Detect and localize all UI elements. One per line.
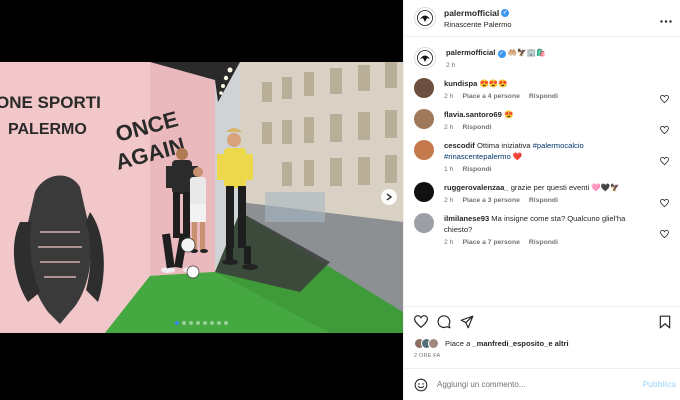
likes-prefix: Piace a: [445, 339, 471, 348]
heart-icon: [413, 315, 429, 329]
palermo-eagle-logo-icon: [417, 10, 433, 26]
mural-text-1: ONE SPORTI: [0, 93, 101, 112]
reply-button[interactable]: Rispondi: [462, 166, 491, 173]
comment-likes[interactable]: Piace a 4 persone: [462, 93, 519, 100]
carousel-next-button[interactable]: [381, 189, 397, 205]
more-options-button[interactable]: [660, 12, 672, 26]
comment-item: flavia.santoro69 😍 2 h Rispondi: [414, 109, 671, 135]
comment-item: kundispa 😍😍😍 2 h Piace a 4 persone Rispond…: [414, 78, 671, 104]
chevron-right-icon: [386, 193, 392, 201]
liker-avatars: [414, 338, 439, 349]
bookmark-icon: [659, 315, 671, 329]
comment-composer: Pubblica: [404, 368, 680, 400]
post-actions: [404, 306, 680, 336]
heart-icon: [660, 156, 669, 166]
avatar[interactable]: [414, 47, 436, 69]
comment-like-button[interactable]: [660, 194, 669, 212]
comment-like-button[interactable]: [660, 121, 669, 139]
carousel-dot: [175, 321, 179, 325]
comment-item: ruggerovalenzaa_ grazie per questi event…: [414, 182, 671, 208]
comment-button[interactable]: [437, 315, 451, 334]
likes-summary: Piace a _manfredi_esposito_ e altri: [414, 338, 569, 349]
post-details-panel: palermofficial ✓ Rinascente Palermo pale…: [403, 0, 680, 400]
comment-like-button[interactable]: [660, 225, 669, 243]
avatar: [428, 338, 439, 349]
comment-username[interactable]: cescodif: [444, 141, 475, 150]
heart-icon: [660, 198, 669, 208]
carousel-dot: [196, 321, 200, 325]
caption-time[interactable]: 2 h: [446, 62, 455, 69]
post-photo: ONE SPORTI PALERMO ONCE AGAIN: [0, 62, 403, 333]
comment-bubble-icon: [437, 315, 451, 329]
carousel-dot: [217, 321, 221, 325]
likes-suffix[interactable]: e altri: [548, 339, 568, 348]
comment-time[interactable]: 2 h: [444, 197, 453, 204]
comment-time[interactable]: 2 h: [444, 239, 453, 246]
heart-icon: [660, 94, 669, 104]
comment-text: Ottima iniziativa: [476, 141, 533, 150]
carousel-dot: [210, 321, 214, 325]
heart-icon: [660, 229, 669, 239]
send-paper-plane-icon: [460, 315, 474, 329]
comment-likes[interactable]: Piace a 3 persone: [462, 197, 519, 204]
avatar[interactable]: [414, 182, 434, 202]
carousel-dot: [203, 321, 207, 325]
share-button[interactable]: [460, 315, 474, 334]
comment-username[interactable]: kundispa: [444, 79, 477, 88]
like-button[interactable]: [413, 315, 429, 333]
comment-text: 😍😍😍: [479, 79, 508, 88]
author-username[interactable]: palermofficial: [444, 7, 499, 19]
liker-username[interactable]: _manfredi_esposito_: [472, 339, 548, 348]
comment-item: ilmilanese93 Ma insigne come sta? Qualcu…: [414, 213, 671, 246]
avatar[interactable]: [414, 213, 434, 233]
comment-time[interactable]: 2 h: [444, 93, 453, 100]
reply-button[interactable]: Rispondi: [529, 239, 558, 246]
football-1: [186, 265, 200, 279]
avatar[interactable]: [414, 78, 434, 98]
post-header: palermofficial ✓ Rinascente Palermo: [404, 0, 680, 37]
comment-like-button[interactable]: [660, 90, 669, 108]
comment-username[interactable]: flavia.santoro69: [444, 110, 502, 119]
heart-icon: [660, 125, 669, 135]
emoji-icon[interactable]: [414, 378, 428, 392]
caption-username[interactable]: palermofficial: [446, 48, 495, 57]
comment-likes[interactable]: Piace a 7 persone: [462, 239, 519, 246]
verified-badge-icon: ✓: [497, 50, 506, 58]
save-button[interactable]: [659, 315, 671, 334]
reply-button[interactable]: Rispondi: [529, 93, 558, 100]
comment-text: 😍: [503, 110, 514, 119]
post-location[interactable]: Rinascente Palermo: [444, 19, 512, 31]
reply-button[interactable]: Rispondi: [462, 124, 491, 131]
avatar[interactable]: [414, 109, 434, 129]
avatar[interactable]: [414, 140, 434, 160]
verified-badge-icon: ✓: [501, 8, 510, 17]
comment-suffix: ❤️: [510, 152, 523, 161]
comment-time[interactable]: 2 h: [444, 124, 453, 131]
palermo-eagle-logo-icon: [417, 50, 433, 66]
post-date[interactable]: 2 ORE FA: [414, 353, 440, 359]
post-media: ONE SPORTI PALERMO ONCE AGAIN: [0, 0, 403, 400]
comment-input[interactable]: [437, 380, 627, 389]
comment-like-button[interactable]: [660, 152, 669, 170]
mural-text-2: PALERMO: [8, 121, 87, 138]
avatar[interactable]: [414, 7, 436, 29]
carousel-indicator: [0, 321, 403, 325]
comment-text: grazie per questi eventi 🩷🖤🦅: [510, 183, 620, 192]
carousel-dot: [182, 321, 186, 325]
carousel-dot: [189, 321, 193, 325]
comment-username[interactable]: ilmilanese93: [444, 214, 489, 223]
reply-button[interactable]: Rispondi: [529, 197, 558, 204]
more-dots-icon: [660, 20, 672, 23]
comment-username[interactable]: ruggerovalenzaa_: [444, 183, 509, 192]
carousel-dot: [224, 321, 228, 325]
comments-list: palermofficial ✓ 🤲🏼🦅🏢🛍️ 2 h kundispa 😍😍😍…: [404, 38, 680, 303]
comment-item: cescodif Ottima iniziativa #palermocalci…: [414, 140, 671, 173]
comment-time[interactable]: 1 h: [444, 166, 453, 173]
publish-button[interactable]: Pubblica: [643, 380, 676, 389]
caption-text: 🤲🏼🦅🏢🛍️: [507, 48, 546, 57]
football-2: [180, 237, 196, 253]
caption: palermofficial ✓ 🤲🏼🦅🏢🛍️ 2 h: [414, 47, 671, 69]
